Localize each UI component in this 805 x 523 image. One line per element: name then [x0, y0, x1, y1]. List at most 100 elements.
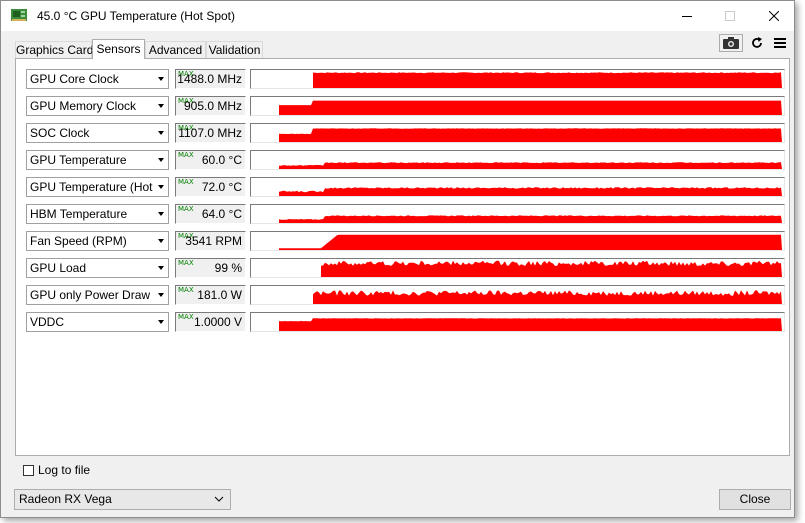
sensor-value-box[interactable]: MAX 181.0 W — [175, 285, 246, 305]
window-title: 45.0 °C GPU Temperature (Hot Spot) — [37, 9, 235, 23]
max-badge: MAX — [178, 286, 194, 294]
tab-validation[interactable]: Validation — [206, 41, 263, 58]
sensor-name-select[interactable]: GPU only Power Draw — [26, 285, 169, 305]
maximize-icon — [724, 11, 735, 21]
sensor-value-box[interactable]: MAX 905.0 MHz — [175, 96, 246, 116]
sensor-value-box[interactable]: MAX 1.0000 V — [175, 312, 246, 332]
dropdown-arrow-icon — [158, 212, 164, 216]
sensor-name-select[interactable]: GPU Memory Clock — [26, 96, 169, 116]
sensor-name: Fan Speed (RPM) — [30, 234, 127, 248]
sensor-graph — [250, 231, 785, 251]
sensor-value: 99 % — [214, 261, 242, 275]
sensor-value: 1107.0 MHz — [178, 126, 242, 140]
minimize-icon — [681, 16, 692, 17]
log-to-file-checkbox[interactable] — [23, 464, 34, 476]
sensor-name: SOC Clock — [30, 126, 90, 140]
sensor-value-box[interactable]: MAX 64.0 °C — [175, 204, 246, 224]
dropdown-arrow-icon — [158, 293, 164, 297]
sensor-name-select[interactable]: GPU Temperature (Hot Spot) — [26, 177, 169, 197]
sensor-graph — [250, 96, 785, 116]
refresh-button[interactable] — [749, 34, 765, 52]
sensor-graph-plot — [313, 72, 782, 88]
sensor-graph-fill — [279, 215, 782, 223]
sensor-graph-fill — [313, 290, 782, 304]
sensor-graph-plot — [279, 234, 782, 250]
sensor-graph-plot — [279, 318, 782, 331]
log-to-file-label: Log to file — [38, 463, 91, 477]
tab-graphics-card[interactable]: Graphics Card — [15, 41, 93, 58]
sensor-graph-plot — [279, 128, 782, 142]
close-window-button[interactable] — [751, 1, 796, 31]
sensor-name-select[interactable]: HBM Temperature — [26, 204, 169, 224]
refresh-icon — [752, 37, 762, 48]
sensor-graph — [250, 312, 785, 332]
device-select[interactable]: Radeon RX Vega — [14, 489, 231, 510]
sensor-name: GPU Memory Clock — [30, 99, 137, 113]
sensor-graph-plot — [279, 162, 782, 169]
sensors-panel: GPU Core Clock MAX 1488.0 MHz GPU Memory Cl… — [15, 58, 790, 456]
menu-button[interactable] — [772, 34, 788, 52]
sensor-graph-plot — [279, 215, 782, 223]
app-window: 45.0 °C GPU Temperature (Hot Spot) Graph… — [0, 0, 795, 518]
sensor-graph — [250, 69, 785, 89]
sensor-value: 905.0 MHz — [183, 99, 242, 113]
close-button[interactable]: Close — [719, 489, 791, 510]
sensor-name: GPU Core Clock — [30, 72, 119, 86]
sensor-name: HBM Temperature — [30, 207, 128, 221]
sensor-graph-plot — [313, 290, 782, 304]
screenshot-button[interactable] — [719, 34, 743, 52]
sensor-name: GPU Load — [30, 261, 87, 275]
sensor-graph — [250, 150, 785, 170]
dropdown-arrow-icon — [158, 239, 164, 243]
sensor-name-select[interactable]: Fan Speed (RPM) — [26, 231, 169, 251]
dropdown-arrow-icon — [158, 131, 164, 135]
sensor-name: GPU Temperature (Hot Spot) — [30, 180, 154, 194]
sensor-graph-fill — [279, 234, 782, 250]
sensor-graph — [250, 123, 785, 143]
sensor-graph-fill — [279, 128, 782, 142]
sensor-graph — [250, 258, 785, 278]
sensor-graph-fill — [313, 72, 782, 88]
sensor-value-box[interactable]: MAX 99 % — [175, 258, 246, 278]
dropdown-arrow-icon — [158, 320, 164, 324]
max-badge: MAX — [178, 313, 194, 321]
sensor-value-box[interactable]: MAX 60.0 °C — [175, 150, 246, 170]
log-to-file-toggle[interactable]: Log to file — [23, 462, 90, 478]
chevron-down-icon — [214, 496, 224, 502]
sensor-name: GPU Temperature — [30, 153, 127, 167]
sensor-graph-plot — [321, 260, 782, 277]
sensor-graph — [250, 177, 785, 197]
sensor-value: 1488.0 MHz — [177, 72, 242, 86]
sensor-graph-fill — [279, 162, 782, 169]
sensor-value-box[interactable]: MAX 72.0 °C — [175, 177, 246, 197]
max-badge: MAX — [178, 259, 194, 267]
sensor-value: 60.0 °C — [201, 153, 242, 167]
sensor-name-select[interactable]: GPU Temperature — [26, 150, 169, 170]
sensor-name: VDDC — [30, 315, 65, 329]
sensor-value: 3541 RPM — [185, 234, 242, 248]
sensor-graph-fill — [279, 318, 782, 331]
max-badge: MAX — [178, 205, 194, 213]
dropdown-arrow-icon — [158, 158, 164, 162]
tab-advanced[interactable]: Advanced — [145, 41, 206, 58]
tab-sensors[interactable]: Sensors — [92, 39, 145, 59]
sensor-value: 72.0 °C — [201, 180, 242, 194]
minimize-button[interactable] — [664, 1, 709, 31]
dropdown-arrow-icon — [158, 104, 164, 108]
sensor-graph-plot — [279, 187, 782, 196]
sensor-value: 181.0 W — [197, 288, 242, 302]
sensor-name-select[interactable]: GPU Core Clock — [26, 69, 169, 89]
menu-icon — [774, 38, 786, 48]
dropdown-arrow-icon — [158, 185, 164, 189]
sensor-name-select[interactable]: VDDC — [26, 312, 169, 332]
sensor-name-select[interactable]: GPU Load — [26, 258, 169, 278]
title-bar[interactable]: 45.0 °C GPU Temperature (Hot Spot) — [1, 1, 794, 31]
sensor-value-box[interactable]: MAX 1107.0 MHz — [175, 123, 246, 143]
max-badge: MAX — [178, 178, 194, 186]
close-icon — [768, 11, 779, 21]
sensor-graph-fill — [279, 100, 782, 115]
sensor-value-box[interactable]: MAX 1488.0 MHz — [175, 69, 246, 89]
maximize-button[interactable] — [707, 1, 752, 31]
sensor-value-box[interactable]: MAX 3541 RPM — [175, 231, 246, 251]
sensor-name-select[interactable]: SOC Clock — [26, 123, 169, 143]
